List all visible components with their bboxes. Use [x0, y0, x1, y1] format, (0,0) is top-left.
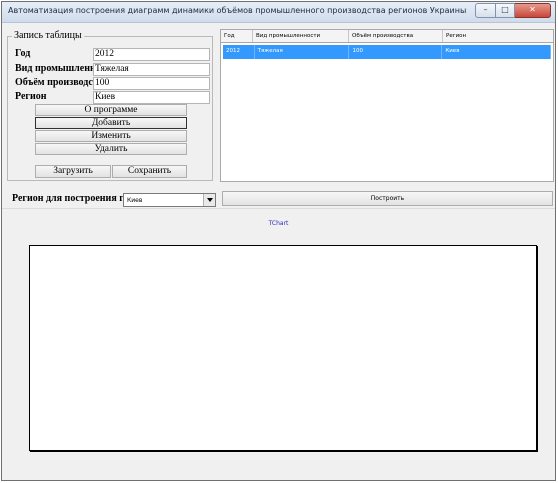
groupbox-legend: Запись таблицы	[12, 30, 84, 41]
region-input[interactable]: Киев	[93, 91, 210, 104]
save-button[interactable]: Сохранить	[112, 165, 187, 178]
data-grid[interactable]: Год Вид промышленности Объём производств…	[220, 29, 554, 182]
chart-plot-area	[29, 245, 537, 451]
cell-volume: 100	[349, 45, 443, 59]
industry-input[interactable]: Тяжелая	[93, 63, 210, 76]
column-header-year[interactable]: Год	[221, 30, 253, 42]
delete-button[interactable]: Удалить	[35, 143, 187, 155]
caption-buttons: – □ ✕	[475, 3, 551, 18]
close-button[interactable]: ✕	[515, 3, 551, 18]
main-window: Автоматизация построения диаграмм динами…	[1, 1, 556, 481]
cell-year: 2012	[223, 45, 255, 59]
volume-input[interactable]: 100	[93, 77, 210, 90]
chevron-down-icon[interactable]	[203, 194, 215, 206]
about-button[interactable]: О программе	[35, 104, 187, 116]
title-bar[interactable]: Автоматизация построения диаграмм динами…	[2, 2, 555, 23]
year-label: Год	[15, 48, 31, 59]
chart-title: TChart	[268, 220, 289, 227]
region-field-label: Регион	[15, 91, 47, 102]
grid-header: Год Вид промышленности Объём производств…	[221, 30, 553, 43]
year-input[interactable]: 2012	[93, 48, 210, 61]
add-button[interactable]: Добавить	[35, 117, 187, 129]
region-select-value: Киев	[127, 197, 143, 204]
column-header-volume[interactable]: Объём производства	[349, 30, 443, 42]
region-select[interactable]: Киев	[123, 193, 216, 207]
window-title: Автоматизация построения диаграмм динами…	[8, 6, 467, 15]
cell-region: Киев	[442, 45, 551, 59]
column-header-region[interactable]: Регион	[443, 30, 553, 42]
table-row[interactable]: 2012 Тяжелая 100 Киев	[223, 45, 551, 59]
build-chart-button[interactable]: Построить	[222, 191, 553, 206]
edit-button[interactable]: Изменить	[35, 130, 187, 142]
cell-industry: Тяжелая	[255, 45, 350, 59]
maximize-button[interactable]: □	[496, 3, 515, 18]
column-header-industry[interactable]: Вид промышленности	[253, 30, 349, 42]
load-button[interactable]: Загрузить	[35, 165, 111, 178]
divider	[2, 208, 555, 209]
minimize-button[interactable]: –	[475, 3, 496, 18]
